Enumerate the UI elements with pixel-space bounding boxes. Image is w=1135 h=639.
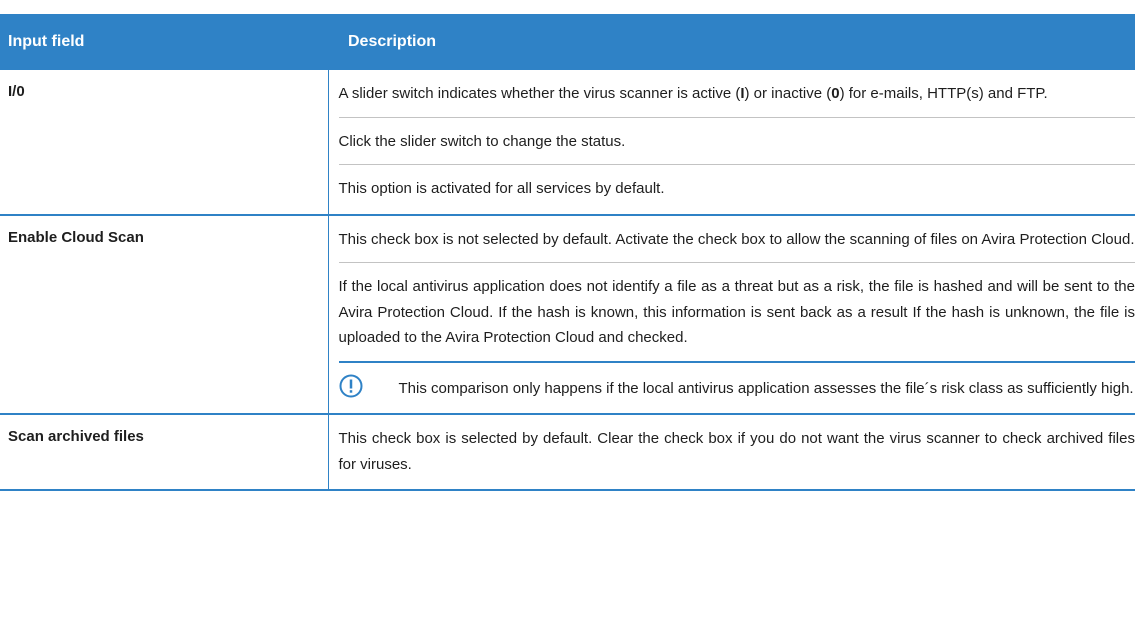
column-header-description: Description [328, 14, 1135, 70]
text-segment: ) for e-mails, HTTP(s) and FTP. [839, 85, 1048, 102]
input-field-table: Input field Description I/0 A slider swi… [0, 14, 1135, 491]
description-paragraph: A slider switch indicates whether the vi… [338, 70, 1135, 118]
description-paragraph: This check box is selected by default. C… [338, 430, 1135, 473]
note-box: This comparison only happens if the loca… [338, 360, 1135, 414]
description-paragraph: This check box is not selected by defaul… [338, 216, 1135, 263]
description-paragraph: This option is activated for all service… [338, 180, 665, 197]
field-description: This check box is selected by default. C… [328, 414, 1135, 491]
table-row: Enable Cloud Scan This check box is not … [0, 214, 1135, 415]
table-header-row: Input field Description [0, 14, 1135, 70]
field-name: I/0 [0, 70, 329, 216]
field-description: A slider switch indicates whether the vi… [328, 70, 1135, 216]
inactive-symbol: 0 [831, 85, 840, 102]
exclamation-circle-icon [339, 374, 399, 398]
note-text: This comparison only happens if the loca… [398, 379, 1134, 397]
column-header-input-field: Input field [0, 14, 328, 70]
description-paragraph: Click the slider switch to change the st… [338, 118, 1135, 165]
field-name: Enable Cloud Scan [0, 214, 329, 415]
text-segment: A slider switch indicates whether the vi… [338, 85, 741, 102]
table-row: Scan archived files This check box is se… [0, 414, 1135, 491]
table-row: I/0 A slider switch indicates whether th… [0, 70, 1135, 216]
description-paragraph: If the local antivirus application does … [338, 278, 1135, 346]
field-name: Scan archived files [0, 414, 329, 491]
text-segment: ) or inactive ( [744, 85, 832, 102]
field-description: This check box is not selected by defaul… [328, 214, 1135, 415]
